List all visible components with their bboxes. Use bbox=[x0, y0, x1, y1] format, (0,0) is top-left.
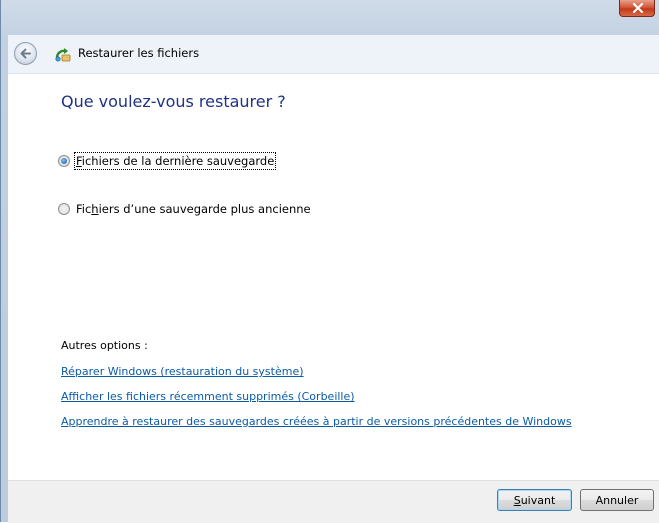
link-show-deleted-files[interactable]: Afficher les fichiers récemment supprimé… bbox=[61, 390, 355, 403]
wizard-content: Que voulez-vous restaurer ? Fichiers de … bbox=[8, 74, 659, 480]
next-button[interactable]: Suivant bbox=[497, 489, 572, 511]
window-title: Restaurer les fichiers bbox=[78, 46, 200, 60]
page-heading: Que voulez-vous restaurer ? bbox=[61, 92, 286, 111]
option-older-backup-label: Fichiers d’une sauvegarde plus ancienne bbox=[76, 202, 311, 216]
close-icon bbox=[632, 3, 644, 13]
radio-older-backup[interactable] bbox=[58, 203, 70, 215]
link-repair-windows[interactable]: Réparer Windows (restauration du système… bbox=[61, 365, 304, 378]
other-options-label: Autres options : bbox=[61, 339, 148, 352]
radio-latest-backup[interactable] bbox=[58, 155, 70, 167]
option-older-backup[interactable]: Fichiers d’une sauvegarde plus ancienne bbox=[58, 202, 311, 216]
back-button[interactable] bbox=[14, 42, 37, 65]
cancel-button[interactable]: Annuler bbox=[580, 489, 654, 511]
wizard-header: Restaurer les fichiers bbox=[8, 35, 659, 74]
restore-files-icon bbox=[55, 48, 71, 62]
option-latest-backup[interactable]: Fichiers de la dernière sauvegarde bbox=[58, 152, 277, 170]
wizard-footer: Suivant Annuler bbox=[8, 480, 659, 523]
close-button[interactable] bbox=[619, 0, 655, 17]
link-learn-restore-older[interactable]: Apprendre à restaurer des sauvegardes cr… bbox=[61, 415, 572, 428]
option-latest-backup-label: Fichiers de la dernière sauvegarde bbox=[73, 152, 277, 170]
back-arrow-icon bbox=[20, 48, 31, 59]
